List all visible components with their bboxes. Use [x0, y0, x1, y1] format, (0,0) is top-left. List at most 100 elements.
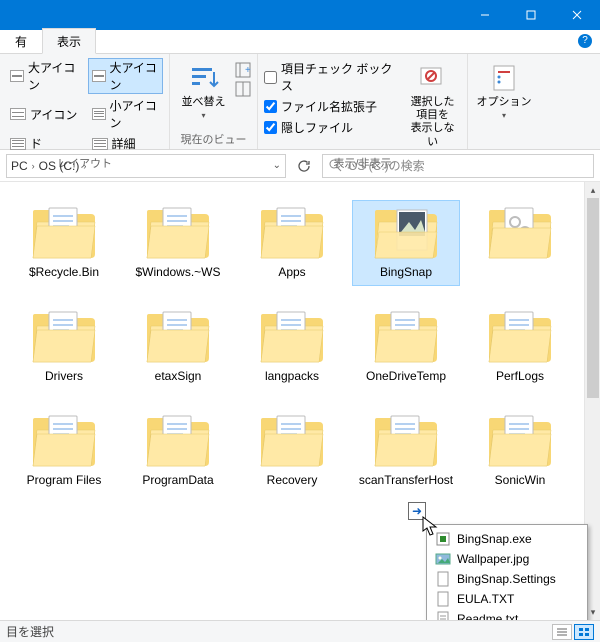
file-item[interactable]: Drivers	[10, 304, 118, 390]
popup-file-name: BingSnap.exe	[457, 532, 532, 546]
file-item[interactable]: SonicWin	[466, 408, 574, 494]
folder-icon	[371, 414, 441, 470]
maximize-button[interactable]	[508, 0, 554, 30]
file-icon	[435, 591, 451, 607]
file-item[interactable]: $Windows.~WS	[124, 200, 232, 286]
options-button[interactable]: オプション ▾	[474, 58, 534, 125]
file-item[interactable]: OneDriveTemp	[352, 304, 460, 390]
file-item[interactable]: Apps	[238, 200, 346, 286]
popup-file-row[interactable]: BingSnap.Settings	[429, 569, 585, 589]
popup-file-row[interactable]: EULA.TXT	[429, 589, 585, 609]
file-item[interactable]	[466, 200, 574, 286]
popup-file-row[interactable]: BingSnap.exe	[429, 529, 585, 549]
sort-icon	[188, 62, 220, 94]
check-hidden-files[interactable]: 隠しファイル	[264, 119, 396, 136]
file-item[interactable]: Program Files	[10, 408, 118, 494]
file-name: ProgramData	[142, 474, 213, 488]
minimize-button[interactable]	[462, 0, 508, 30]
tab-manage[interactable]: 有	[0, 28, 42, 54]
ribbon-group-show-hide: 項目チェック ボックス ファイル名拡張子 隠しファイル 選択した項目を 表示しな…	[258, 54, 468, 149]
breadcrumb-drive[interactable]: OS (C:)	[39, 159, 80, 173]
view-large-icons-button[interactable]	[574, 624, 594, 640]
folder-icon	[29, 206, 99, 262]
check-item-checkboxes[interactable]: 項目チェック ボックス	[264, 60, 396, 94]
layout-label: ド	[30, 135, 42, 152]
layout-large[interactable]: 大アイコン	[88, 58, 164, 94]
svg-text:+: +	[245, 65, 251, 76]
file-name: Apps	[278, 266, 305, 280]
file-item[interactable]: scanTransferHost	[352, 408, 460, 494]
refresh-button[interactable]	[292, 154, 316, 178]
layout-medium[interactable]: アイコン	[6, 96, 82, 132]
tab-view[interactable]: 表示	[42, 28, 96, 54]
size-columns-icon[interactable]	[235, 81, 251, 97]
folder-icon	[143, 310, 213, 366]
file-name: $Windows.~WS	[135, 266, 220, 280]
file-item[interactable]: $Recycle.Bin	[10, 200, 118, 286]
folder-icon	[29, 310, 99, 366]
file-name: OneDriveTemp	[366, 370, 446, 384]
breadcrumb[interactable]: PC › OS (C:) › ⌄	[6, 154, 286, 178]
hide-selected-button[interactable]: 選択した項目を 表示しない	[404, 58, 461, 153]
breadcrumb-pc[interactable]: PC	[11, 159, 28, 173]
window-titlebar	[0, 0, 600, 30]
layout-list[interactable]: ド	[6, 134, 82, 153]
add-column-icon[interactable]: +	[235, 62, 251, 78]
popup-file-row[interactable]: Readme.txt	[429, 609, 585, 620]
chevron-down-icon[interactable]: ⌄	[273, 160, 281, 171]
file-item[interactable]: langpacks	[238, 304, 346, 390]
file-name: Program Files	[27, 474, 102, 488]
file-name: Drivers	[45, 370, 83, 384]
address-bar-row: PC › OS (C:) › ⌄ OS (C:)の検索	[0, 150, 600, 182]
move-badge-icon: ➜	[408, 502, 426, 520]
folder-preview-popup: BingSnap.exe Wallpaper.jpg BingSnap.Settin…	[426, 524, 588, 620]
check-filename-ext[interactable]: ファイル名拡張子	[264, 98, 396, 115]
view-details-button[interactable]	[552, 624, 572, 640]
ribbon-group-options: オプション ▾	[468, 54, 538, 149]
layout-small[interactable]: 小アイコン	[88, 96, 164, 132]
layout-extra-large[interactable]: 大アイコン	[6, 58, 82, 94]
layout-label: 大アイコン	[28, 59, 78, 93]
folder-icon	[485, 206, 555, 262]
file-pane: $Recycle.Bin $Windows.~WS Apps BingSnap …	[0, 182, 600, 620]
chevron-right-icon[interactable]: ›	[83, 161, 86, 171]
search-icon	[329, 159, 342, 172]
folder-icon	[485, 414, 555, 470]
file-item[interactable]: PerfLogs	[466, 304, 574, 390]
options-icon	[488, 62, 520, 94]
folder-icon	[371, 206, 441, 262]
file-item[interactable]: BingSnap	[352, 200, 460, 286]
sort-label: 並べ替え	[182, 96, 226, 109]
help-icon[interactable]: ?	[578, 34, 592, 48]
ribbon-group-layout: 大アイコン 大アイコン アイコン 小アイコン ド 詳細 レイアウト	[0, 54, 170, 149]
layout-label: アイコン	[30, 106, 77, 123]
status-bar: 目を選択	[0, 620, 600, 642]
file-name: langpacks	[265, 370, 319, 384]
file-item[interactable]: Recovery	[238, 408, 346, 494]
file-icon	[435, 571, 451, 587]
file-name: Recovery	[267, 474, 318, 488]
file-name: scanTransferHost	[359, 474, 453, 488]
chevron-right-icon[interactable]: ›	[32, 161, 35, 171]
options-label: オプション	[477, 96, 532, 109]
search-input[interactable]: OS (C:)の検索	[322, 154, 594, 178]
scroll-up-icon[interactable]: ▴	[585, 182, 600, 198]
layout-details[interactable]: 詳細	[88, 134, 164, 153]
file-name: SonicWin	[495, 474, 546, 488]
file-name: $Recycle.Bin	[29, 266, 99, 280]
popup-file-name: Wallpaper.jpg	[457, 552, 529, 566]
txt-icon	[435, 611, 451, 620]
scroll-thumb[interactable]	[587, 198, 599, 398]
popup-file-name: EULA.TXT	[457, 592, 514, 606]
exe-icon	[435, 531, 451, 547]
file-item[interactable]: ProgramData	[124, 408, 232, 494]
close-button[interactable]	[554, 0, 600, 30]
status-text: 目を選択	[6, 623, 54, 640]
file-name: etaxSign	[155, 370, 202, 384]
hide-selected-icon	[417, 62, 449, 94]
popup-file-row[interactable]: Wallpaper.jpg	[429, 549, 585, 569]
ribbon-group-current-view: 並べ替え ▾ + 現在のビュー	[170, 54, 258, 149]
file-item[interactable]: etaxSign	[124, 304, 232, 390]
layout-label: 大アイコン	[110, 59, 160, 93]
sort-button[interactable]: 並べ替え ▾	[176, 58, 231, 125]
